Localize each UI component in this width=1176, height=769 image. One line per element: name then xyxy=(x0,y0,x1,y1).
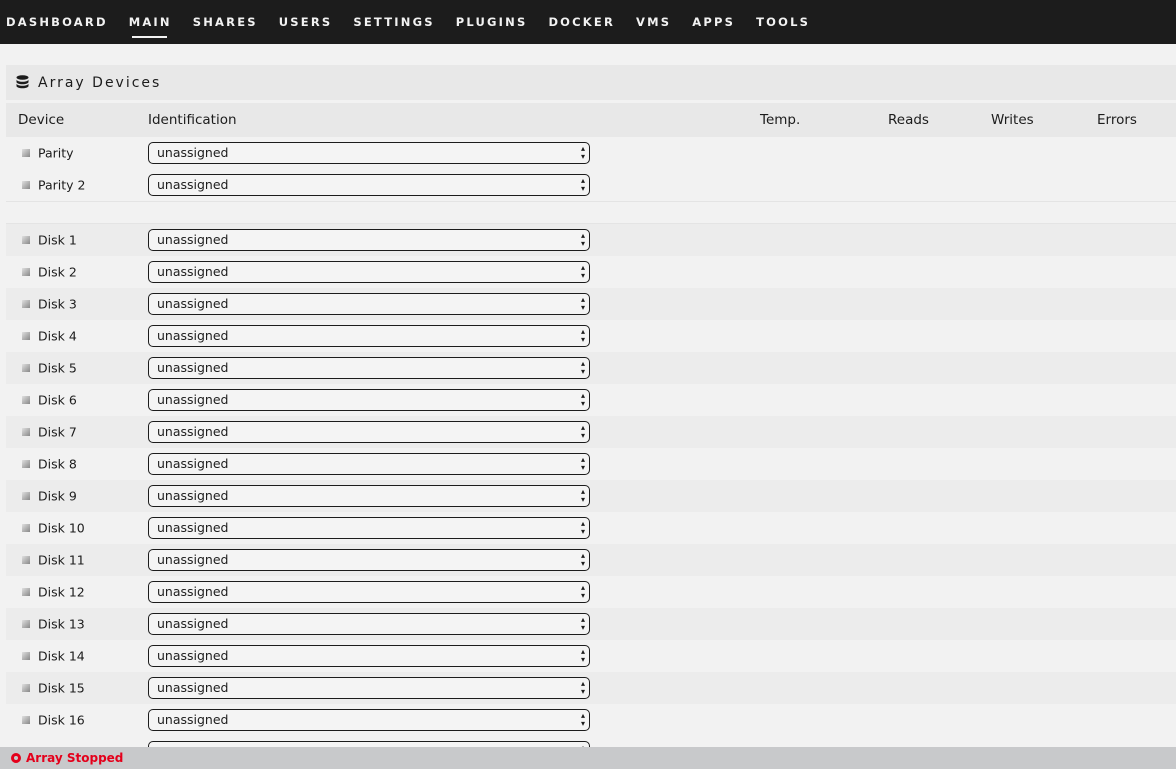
device-status-icon xyxy=(22,236,30,244)
device-row: Disk 13 unassigned xyxy=(6,608,1176,640)
device-status-icon xyxy=(22,300,30,308)
device-status-icon xyxy=(22,268,30,276)
device-row: Disk 1 unassigned xyxy=(6,224,1176,256)
device-name: Disk 3 xyxy=(38,296,77,312)
device-status-icon xyxy=(22,149,30,157)
device-status-icon xyxy=(22,460,30,468)
device-row: Disk 16 unassigned xyxy=(6,704,1176,736)
device-status-icon xyxy=(22,684,30,692)
col-writes: Writes xyxy=(991,112,1034,128)
device-status-icon xyxy=(22,364,30,372)
device-row: Disk 3 unassigned xyxy=(6,288,1176,320)
nav-tab-docker[interactable]: DOCKER xyxy=(548,15,615,29)
device-name: Disk 1 xyxy=(38,232,77,248)
device-select[interactable]: unassigned xyxy=(148,677,590,699)
device-select[interactable]: unassigned xyxy=(148,421,590,443)
device-status-icon xyxy=(22,652,30,660)
device-row: Disk 7 unassigned xyxy=(6,416,1176,448)
device-name: Disk 6 xyxy=(38,392,77,408)
device-name: Disk 15 xyxy=(38,680,85,696)
database-icon xyxy=(16,75,29,89)
device-row: Disk 6 unassigned xyxy=(6,384,1176,416)
device-name: Parity 2 xyxy=(38,177,86,193)
device-row: Disk 9 unassigned xyxy=(6,480,1176,512)
device-name: Disk 8 xyxy=(38,456,77,472)
device-row: Parity unassigned xyxy=(6,137,1176,169)
device-select[interactable]: unassigned xyxy=(148,229,590,251)
device-select[interactable]: unassigned xyxy=(148,581,590,603)
nav-tab-shares[interactable]: SHARES xyxy=(193,15,258,29)
col-device: Device xyxy=(18,112,65,128)
device-select[interactable]: unassigned xyxy=(148,389,590,411)
device-status-icon xyxy=(22,332,30,340)
nav-tab-users[interactable]: USERS xyxy=(279,15,333,29)
device-status-icon xyxy=(22,181,30,189)
nav-tab-vms[interactable]: VMS xyxy=(636,15,671,29)
device-select[interactable]: unassigned xyxy=(148,613,590,635)
device-name: Disk 12 xyxy=(38,584,85,600)
device-status-icon xyxy=(22,620,30,628)
device-row: Disk 5 unassigned xyxy=(6,352,1176,384)
device-select[interactable]: unassigned xyxy=(148,261,590,283)
col-temp: Temp. xyxy=(760,112,801,128)
device-status-icon xyxy=(22,428,30,436)
device-name: Disk 4 xyxy=(38,328,77,344)
device-status-icon xyxy=(22,492,30,500)
device-select[interactable]: unassigned xyxy=(148,325,590,347)
device-name: Parity xyxy=(38,145,74,161)
nav-tab-tools[interactable]: TOOLS xyxy=(756,15,810,29)
stopped-icon xyxy=(11,753,21,763)
status-bar: Array Stopped xyxy=(0,747,1176,769)
nav-tab-plugins[interactable]: PLUGINS xyxy=(456,15,528,29)
device-select[interactable]: unassigned xyxy=(148,174,590,196)
device-row: Disk 12 unassigned xyxy=(6,576,1176,608)
device-name: Disk 5 xyxy=(38,360,77,376)
device-status-icon xyxy=(22,716,30,724)
device-select[interactable]: unassigned xyxy=(148,709,590,731)
section-title: Array Devices xyxy=(38,74,162,91)
device-row: Disk 4 unassigned xyxy=(6,320,1176,352)
device-status-icon xyxy=(22,556,30,564)
device-row: Disk 8 unassigned xyxy=(6,448,1176,480)
device-status-icon xyxy=(22,396,30,404)
device-row: Parity 2 unassigned xyxy=(6,169,1176,201)
device-select[interactable]: unassigned xyxy=(148,357,590,379)
device-select[interactable]: unassigned xyxy=(148,549,590,571)
device-status-icon xyxy=(22,524,30,532)
device-name: Disk 7 xyxy=(38,424,77,440)
array-status: Array Stopped xyxy=(26,751,124,765)
device-status-icon xyxy=(22,588,30,596)
device-select[interactable]: unassigned xyxy=(148,645,590,667)
device-select[interactable]: unassigned xyxy=(148,453,590,475)
device-name: Disk 11 xyxy=(38,552,85,568)
device-select[interactable]: unassigned xyxy=(148,293,590,315)
table-header: Device Identification Temp. Reads Writes… xyxy=(6,103,1176,137)
device-select[interactable]: unassigned xyxy=(148,517,590,539)
nav-tab-apps[interactable]: APPS xyxy=(692,15,735,29)
col-errors: Errors xyxy=(1097,112,1137,128)
separator-row xyxy=(6,201,1176,224)
col-reads: Reads xyxy=(888,112,929,128)
device-row: Disk 14 unassigned xyxy=(6,640,1176,672)
device-name: Disk 2 xyxy=(38,264,77,280)
device-name: Disk 16 xyxy=(38,712,85,728)
device-row: Disk 11 unassigned xyxy=(6,544,1176,576)
top-nav: DASHBOARD MAIN SHARES USERS SETTINGS PLUGINS D… xyxy=(0,0,1176,44)
nav-tab-dashboard[interactable]: DASHBOARD xyxy=(6,15,108,29)
array-devices-table: Device Identification Temp. Reads Writes… xyxy=(6,103,1176,768)
device-select[interactable]: unassigned xyxy=(148,142,590,164)
device-name: Disk 13 xyxy=(38,616,85,632)
nav-tab-settings[interactable]: SETTINGS xyxy=(353,15,434,29)
device-name: Disk 9 xyxy=(38,488,77,504)
device-select[interactable]: unassigned xyxy=(148,485,590,507)
nav-tab-main[interactable]: MAIN xyxy=(129,15,172,38)
device-row: Disk 2 unassigned xyxy=(6,256,1176,288)
section-header: Array Devices xyxy=(6,65,1176,100)
device-name: Disk 10 xyxy=(38,520,85,536)
device-row: Disk 10 unassigned xyxy=(6,512,1176,544)
device-row: Disk 15 unassigned xyxy=(6,672,1176,704)
col-identification: Identification xyxy=(148,112,237,128)
device-name: Disk 14 xyxy=(38,648,85,664)
